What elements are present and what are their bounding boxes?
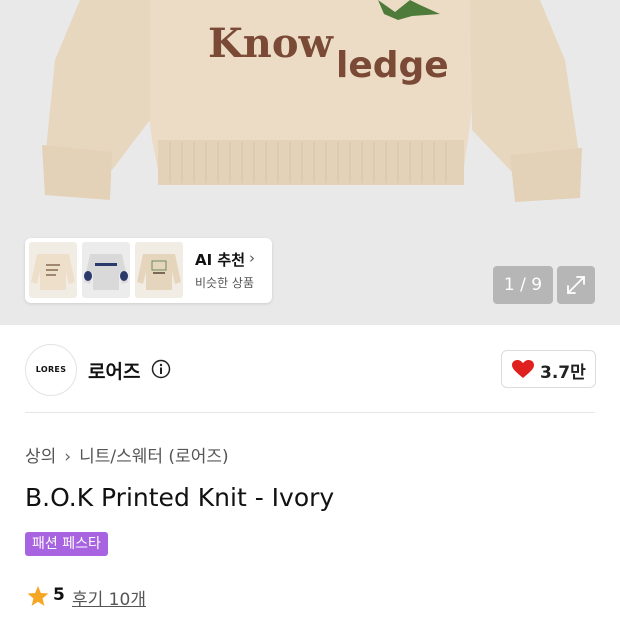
rating-value: 5 — [53, 585, 65, 605]
sweater-print-know: Know — [208, 20, 335, 67]
info-icon[interactable] — [151, 359, 171, 379]
breadcrumb-item-category[interactable]: 니트/스웨터 (로어즈) — [79, 447, 229, 467]
expand-icon — [567, 276, 585, 294]
thumbnail-image — [137, 254, 181, 290]
brand-logo[interactable]: LORES — [25, 344, 77, 396]
thumb-grey-patch[interactable] — [82, 242, 130, 298]
thumb-ivory-text[interactable] — [29, 242, 77, 298]
reviews-link[interactable]: 후기 10개 — [72, 585, 146, 610]
heart-icon — [512, 360, 534, 378]
product-title: B.O.K Printed Knit - Ivory — [25, 483, 335, 512]
breadcrumb: 상의 › 니트/스웨터 (로어즈) — [25, 442, 229, 467]
chevron-right-icon: › — [64, 447, 72, 467]
image-counter: 1 / 9 — [493, 266, 553, 304]
product-image-gallery[interactable]: Know ledge AI 추천 › 비슷한 상품 1 / 9 — [0, 0, 620, 325]
like-count: 3.7만 — [540, 363, 586, 383]
brand-logo-text: LORES — [35, 365, 67, 374]
breadcrumb-item-top[interactable]: 상의 — [25, 447, 56, 467]
divider — [25, 412, 595, 413]
ai-recommend-subtitle: 비슷한 상품 — [195, 276, 255, 290]
sweater-print-ledge: ledge — [336, 45, 449, 86]
thumb-beige-print[interactable] — [135, 242, 183, 298]
chevron-right-icon: › — [249, 249, 255, 267]
expand-button[interactable] — [557, 266, 595, 304]
thumbnail-image — [84, 254, 128, 290]
promo-badge: 패션 페스타 — [25, 532, 108, 556]
ai-recommend-title[interactable]: AI 추천 — [195, 249, 245, 270]
ai-recommend-card[interactable]: AI 추천 › 비슷한 상품 — [25, 238, 272, 303]
thumbnail-image — [31, 254, 75, 290]
brand-name[interactable]: 로어즈 — [88, 357, 140, 384]
like-button[interactable]: 3.7만 — [501, 350, 596, 388]
star-icon — [27, 586, 49, 606]
